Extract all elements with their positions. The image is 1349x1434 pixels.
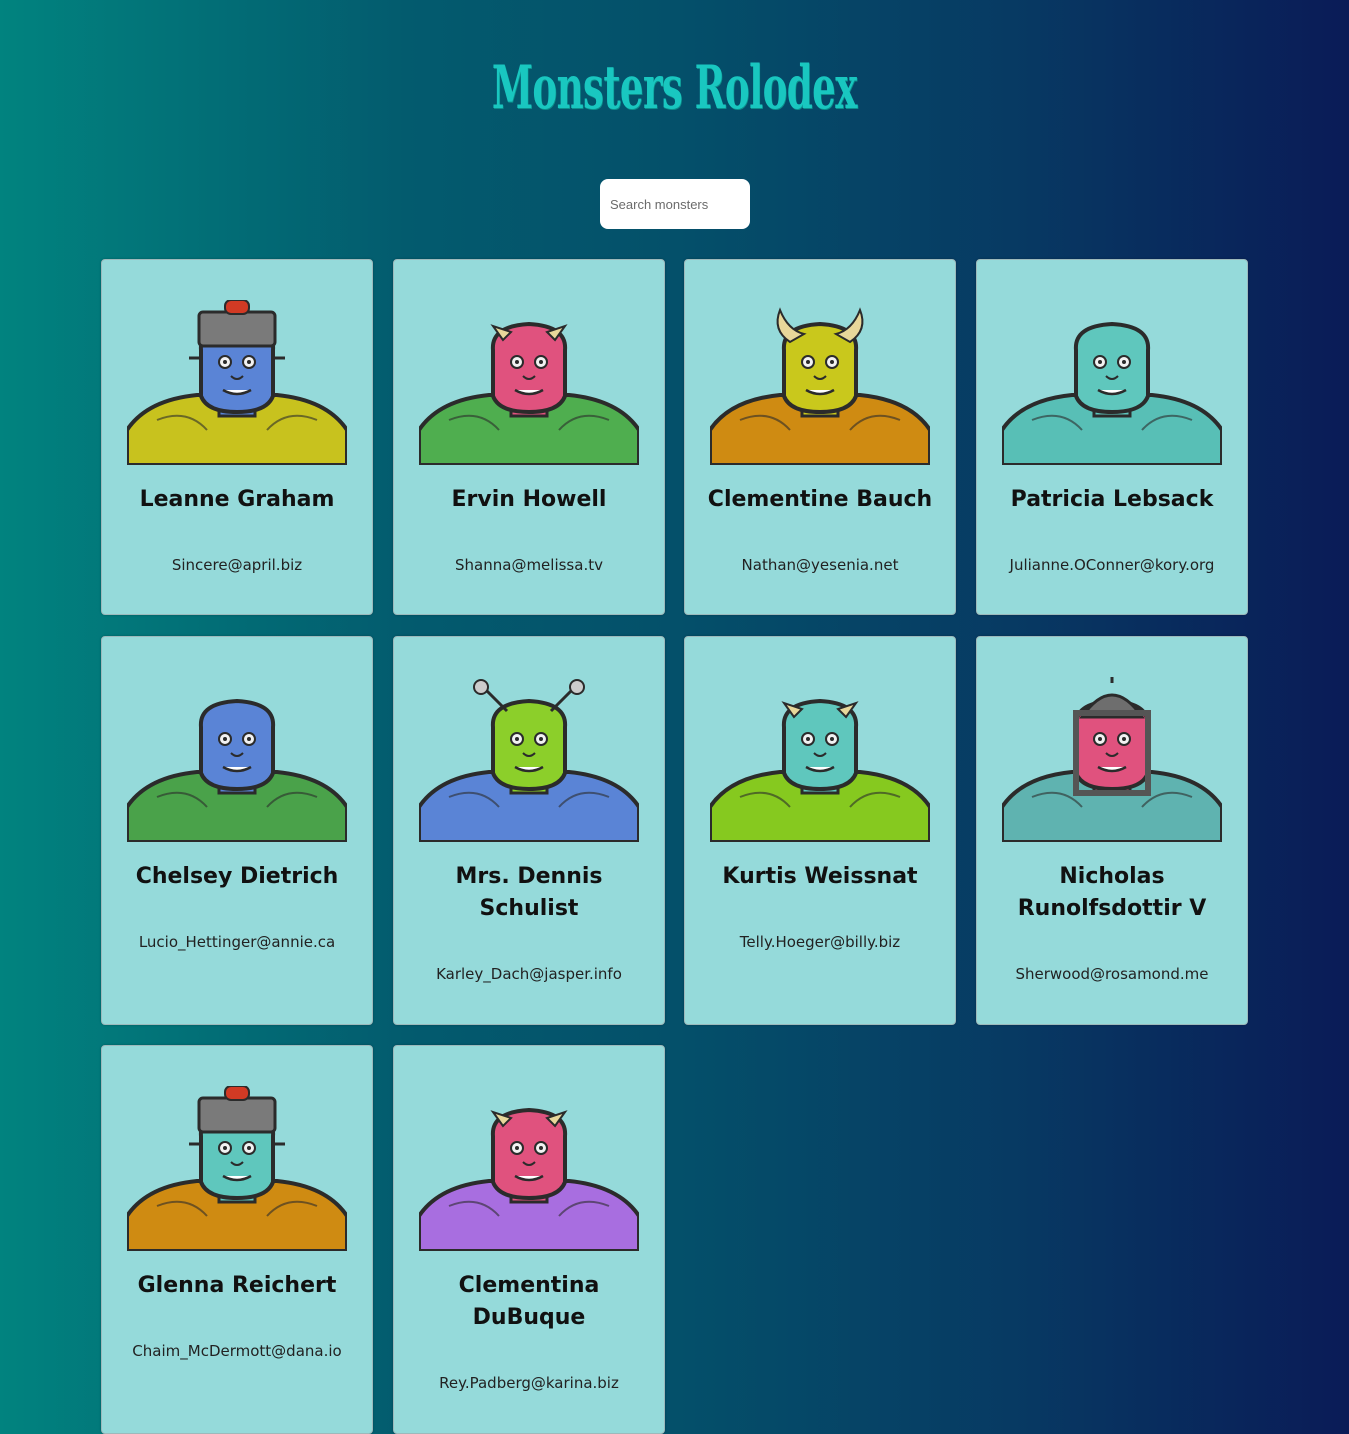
monster-avatar <box>1002 677 1222 842</box>
monster-name: Nicholas Runolfsdottir V <box>1017 864 1207 921</box>
monster-card[interactable]: Clementina DuBuque Rey.Padberg@karina.bi… <box>393 1045 665 1434</box>
monster-email: Sherwood@rosamond.me <box>1015 965 1209 983</box>
monster-card[interactable]: Leanne Graham Sincere@april.biz <box>101 259 373 615</box>
monster-illustration <box>710 307 930 465</box>
monster-avatar <box>127 300 347 465</box>
monster-avatar <box>710 300 930 465</box>
monster-card[interactable]: Nicholas Runolfsdottir V Sherwood@rosamo… <box>976 636 1248 1025</box>
monster-name: Glenna Reichert <box>137 1273 337 1298</box>
monster-card[interactable]: Ervin Howell Shanna@melissa.tv <box>393 259 665 615</box>
monster-illustration <box>127 300 347 465</box>
monster-name: Kurtis Weissnat <box>722 864 918 889</box>
monster-avatar <box>419 1086 639 1251</box>
monster-name: Chelsey Dietrich <box>135 864 339 889</box>
monster-card[interactable]: Patricia Lebsack Julianne.OConner@kory.o… <box>976 259 1248 615</box>
monster-avatar <box>419 677 639 842</box>
monster-email: Nathan@yesenia.net <box>741 556 899 574</box>
monster-email: Chaim_McDermott@dana.io <box>132 1342 342 1360</box>
monster-name: Clementine Bauch <box>707 487 933 512</box>
monster-email: Sincere@april.biz <box>171 556 303 574</box>
monster-card[interactable]: Chelsey Dietrich Lucio_Hettinger@annie.c… <box>101 636 373 1025</box>
monster-illustration <box>419 321 639 465</box>
monster-avatar <box>127 677 347 842</box>
monster-illustration <box>1002 677 1222 842</box>
monster-avatar <box>419 300 639 465</box>
monster-card[interactable]: Mrs. Dennis Schulist Karley_Dach@jasper.… <box>393 636 665 1025</box>
monster-name: Patricia Lebsack <box>1010 487 1214 512</box>
monster-illustration <box>419 1107 639 1251</box>
monster-name: Clementina DuBuque <box>458 1273 600 1330</box>
monster-email: Julianne.OConner@kory.org <box>1009 556 1215 574</box>
monster-name: Ervin Howell <box>451 487 607 512</box>
monster-avatar <box>127 1086 347 1251</box>
monster-name: Mrs. Dennis Schulist <box>455 864 603 921</box>
monster-card[interactable]: Clementine Bauch Nathan@yesenia.net <box>684 259 956 615</box>
monster-email: Rey.Padberg@karina.biz <box>439 1374 619 1392</box>
monster-illustration <box>1002 321 1222 465</box>
search-input[interactable] <box>600 179 750 229</box>
monster-email: Telly.Hoeger@billy.biz <box>739 933 901 951</box>
monster-illustration <box>419 679 639 842</box>
monster-card[interactable]: Glenna Reichert Chaim_McDermott@dana.io <box>101 1045 373 1434</box>
monster-illustration <box>127 1086 347 1251</box>
monster-card[interactable]: Kurtis Weissnat Telly.Hoeger@billy.biz <box>684 636 956 1025</box>
monster-avatar <box>710 677 930 842</box>
monster-name: Leanne Graham <box>139 487 335 512</box>
page-title: Monsters Rolodex <box>491 53 858 123</box>
monster-illustration <box>710 698 930 842</box>
monster-email: Shanna@melissa.tv <box>455 556 603 574</box>
monster-email: Lucio_Hettinger@annie.ca <box>138 933 336 951</box>
monster-avatar <box>1002 300 1222 465</box>
monster-email: Karley_Dach@jasper.info <box>436 965 622 983</box>
monster-illustration <box>127 698 347 842</box>
